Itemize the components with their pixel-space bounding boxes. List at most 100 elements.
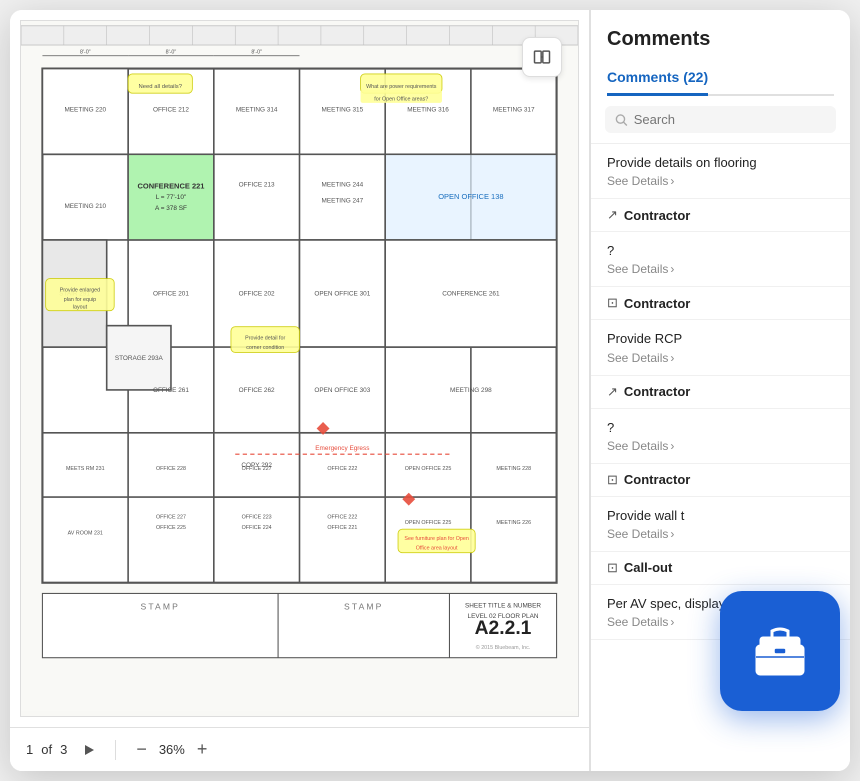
contractor-label: Contractor bbox=[624, 384, 690, 399]
see-details-link[interactable]: See Details › bbox=[607, 527, 834, 541]
svg-text:OFFICE 224: OFFICE 224 bbox=[242, 525, 272, 531]
zoom-level: 36% bbox=[159, 742, 185, 757]
zoom-in-button[interactable]: + bbox=[193, 739, 212, 760]
svg-text:MEETING 247: MEETING 247 bbox=[322, 197, 364, 204]
app-container: CONFERENCE 221 L = 77'-10" A = 378 SF OP… bbox=[10, 10, 850, 771]
svg-text:OFFICE 228: OFFICE 228 bbox=[156, 466, 186, 472]
svg-text:for Open Office areas?: for Open Office areas? bbox=[374, 97, 428, 103]
svg-text:Office area layout: Office area layout bbox=[416, 546, 458, 552]
page-info: 1 of 3 bbox=[26, 742, 67, 757]
bottom-bar: 1 of 3 − 36% + bbox=[10, 727, 589, 771]
contractor-label: Contractor bbox=[624, 208, 690, 223]
comment-item: Provide wall t See Details › bbox=[591, 497, 850, 552]
svg-text:MEETING 228: MEETING 228 bbox=[496, 466, 531, 472]
svg-text:MEETING 244: MEETING 244 bbox=[322, 181, 364, 188]
svg-text:STORAGE 293A: STORAGE 293A bbox=[115, 355, 164, 362]
svg-text:OPEN OFFICE 138: OPEN OFFICE 138 bbox=[438, 192, 503, 201]
svg-text:OPEN OFFICE 225: OPEN OFFICE 225 bbox=[405, 520, 452, 526]
svg-text:OFFICE 227: OFFICE 227 bbox=[156, 514, 186, 520]
svg-text:OFFICE 223: OFFICE 223 bbox=[242, 514, 272, 520]
svg-text:OFFICE 213: OFFICE 213 bbox=[239, 181, 275, 188]
svg-text:MEETING 298: MEETING 298 bbox=[450, 387, 492, 394]
svg-text:OPEN OFFICE 301: OPEN OFFICE 301 bbox=[314, 291, 370, 298]
see-details-link[interactable]: See Details › bbox=[607, 439, 834, 453]
svg-text:A2.2.1: A2.2.1 bbox=[475, 618, 532, 639]
arrow-icon: ↗ bbox=[607, 207, 618, 223]
search-input-wrap bbox=[605, 106, 836, 133]
arrow-icon: ↗ bbox=[607, 384, 618, 400]
svg-text:Emergency Egress: Emergency Egress bbox=[315, 445, 369, 452]
contractor-row: ⊡ Contractor bbox=[591, 287, 850, 320]
svg-text:MEETING 226: MEETING 226 bbox=[496, 520, 531, 526]
comment-subject: Provide details on flooring bbox=[607, 154, 834, 172]
svg-text:MEETING 317: MEETING 317 bbox=[493, 106, 535, 113]
image-icon: ⊡ bbox=[607, 295, 618, 311]
svg-text:AV ROOM 231: AV ROOM 231 bbox=[68, 531, 103, 537]
contractor-label: Contractor bbox=[624, 472, 690, 487]
svg-text:© 2015 Bluebeam, Inc.: © 2015 Bluebeam, Inc. bbox=[476, 644, 530, 651]
comment-item: ? See Details › bbox=[591, 232, 850, 287]
see-details-link[interactable]: See Details › bbox=[607, 262, 834, 276]
svg-text:plan for equip: plan for equip bbox=[64, 297, 96, 303]
comments-title: Comments bbox=[607, 28, 834, 51]
svg-text:CONFERENCE 261: CONFERENCE 261 bbox=[442, 291, 500, 298]
svg-text:MEETING 316: MEETING 316 bbox=[407, 106, 449, 113]
callout-label: Call-out bbox=[624, 560, 672, 575]
svg-text:OFFICE 227: OFFICE 227 bbox=[242, 466, 272, 472]
svg-text:OPEN OFFICE 225: OPEN OFFICE 225 bbox=[405, 466, 452, 472]
svg-text:OFFICE 222: OFFICE 222 bbox=[327, 466, 357, 472]
svg-text:OFFICE 261: OFFICE 261 bbox=[153, 387, 189, 394]
svg-text:8'-0": 8'-0" bbox=[251, 50, 262, 56]
svg-text:A = 378 SF: A = 378 SF bbox=[155, 205, 187, 212]
svg-text:What are power requirements: What are power requirements bbox=[366, 84, 437, 90]
comments-header: Comments Comments (22) bbox=[591, 10, 850, 96]
toolbox-button[interactable] bbox=[720, 591, 840, 711]
compare-button[interactable] bbox=[522, 37, 562, 77]
tab-comments[interactable]: Comments (22) bbox=[607, 61, 708, 96]
page-separator: of bbox=[41, 742, 52, 757]
svg-text:OFFICE 225: OFFICE 225 bbox=[156, 525, 186, 531]
see-details-link[interactable]: See Details › bbox=[607, 351, 834, 365]
svg-text:See furniture plan for Open: See furniture plan for Open bbox=[404, 536, 468, 542]
svg-text:STAMP: STAMP bbox=[344, 602, 384, 612]
toolbox-icon bbox=[748, 619, 812, 683]
search-input[interactable] bbox=[634, 112, 826, 127]
contractor-row: ⊡ Call-out bbox=[591, 552, 850, 585]
svg-text:MEETING 315: MEETING 315 bbox=[322, 106, 364, 113]
svg-text:STAMP: STAMP bbox=[140, 602, 180, 612]
svg-text:OFFICE 201: OFFICE 201 bbox=[153, 291, 189, 298]
svg-text:L = 77'-10": L = 77'-10" bbox=[156, 194, 187, 201]
contractor-row: ↗ Contractor bbox=[591, 199, 850, 232]
svg-text:OFFICE 222: OFFICE 222 bbox=[327, 514, 357, 520]
svg-text:OFFICE 202: OFFICE 202 bbox=[239, 291, 275, 298]
svg-text:OFFICE 212: OFFICE 212 bbox=[153, 106, 189, 113]
see-details-link[interactable]: See Details › bbox=[607, 174, 834, 188]
callout-icon: ⊡ bbox=[607, 560, 618, 576]
comment-item: Provide details on flooring See Details … bbox=[591, 144, 850, 199]
contractor-row: ↗ Contractor bbox=[591, 376, 850, 409]
play-button[interactable] bbox=[79, 740, 99, 760]
svg-text:MEETING 314: MEETING 314 bbox=[236, 106, 278, 113]
svg-text:OFFICE 221: OFFICE 221 bbox=[327, 525, 357, 531]
svg-text:MEETS RM 231: MEETS RM 231 bbox=[66, 466, 105, 472]
comment-item: Provide RCP See Details › bbox=[591, 320, 850, 375]
floor-plan-panel: CONFERENCE 221 L = 77'-10" A = 378 SF OP… bbox=[10, 10, 590, 771]
search-bar bbox=[591, 96, 850, 144]
comment-subject: Provide wall t bbox=[607, 507, 834, 525]
svg-text:OFFICE 262: OFFICE 262 bbox=[239, 387, 275, 394]
svg-text:OPEN OFFICE 303: OPEN OFFICE 303 bbox=[314, 387, 370, 394]
comments-tabs: Comments (22) bbox=[607, 61, 834, 96]
svg-text:CONFERENCE 221: CONFERENCE 221 bbox=[137, 182, 204, 191]
svg-text:Need all details?: Need all details? bbox=[139, 84, 183, 90]
svg-text:corner condition: corner condition bbox=[246, 345, 284, 351]
svg-text:MEETING 210: MEETING 210 bbox=[64, 203, 106, 210]
search-icon bbox=[615, 113, 628, 127]
floor-plan-canvas: CONFERENCE 221 L = 77'-10" A = 378 SF OP… bbox=[20, 20, 579, 717]
divider bbox=[115, 740, 116, 760]
svg-text:MEETING 220: MEETING 220 bbox=[64, 106, 106, 113]
zoom-out-button[interactable]: − bbox=[132, 739, 151, 760]
page-current: 1 bbox=[26, 742, 33, 757]
comment-subject: ? bbox=[607, 419, 834, 437]
svg-text:8'-0": 8'-0" bbox=[80, 50, 91, 56]
svg-text:Provide detail for: Provide detail for bbox=[245, 336, 285, 342]
